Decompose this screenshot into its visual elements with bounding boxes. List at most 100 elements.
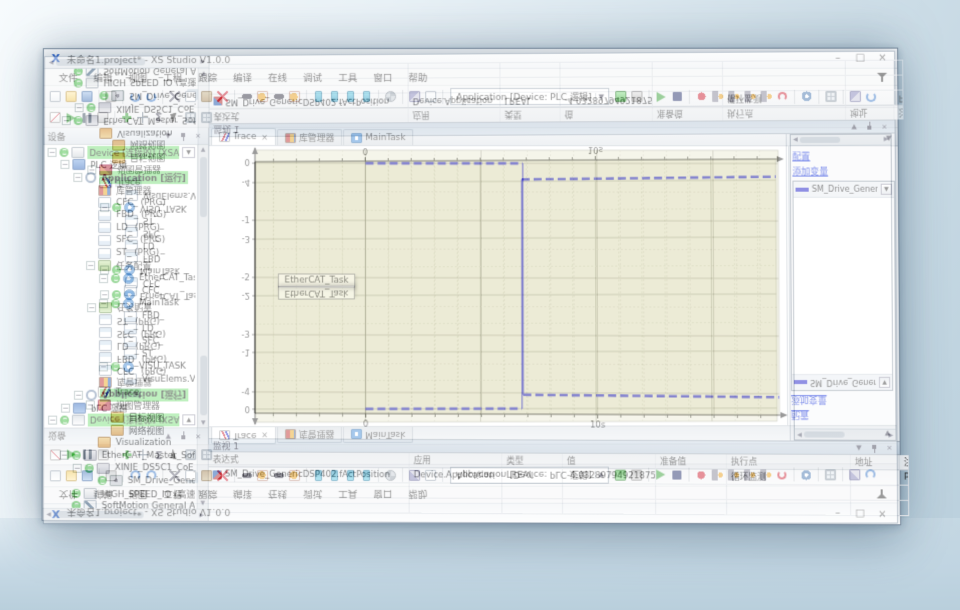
filter-icon[interactable] (875, 71, 889, 83)
force-values-icon[interactable] (799, 89, 814, 104)
tree-item[interactable]: −Application [运行] (44, 171, 198, 184)
expander-icon[interactable]: − (60, 451, 69, 460)
tree-item[interactable]: +ST_ (PRG) (43, 247, 197, 260)
cut-icon[interactable] (167, 89, 182, 104)
bookmark-clear-icon[interactable] (359, 89, 374, 104)
tree-item[interactable]: −视图管理器 (43, 398, 197, 411)
expander-icon[interactable]: − (48, 148, 57, 157)
tree-item[interactable]: −PLC 逻辑 (44, 159, 197, 172)
scroll-thumb[interactable] (199, 157, 206, 217)
pin-icon[interactable] (868, 442, 880, 453)
menu-item[interactable]: 窗口 (366, 69, 399, 85)
build-icon[interactable] (407, 89, 422, 104)
panel-close-icon[interactable]: × (883, 442, 895, 453)
tree-item[interactable]: +库管理器 (43, 184, 197, 197)
generate-code-icon[interactable] (423, 89, 438, 104)
tree-item[interactable]: +LD_ (PRG) (43, 221, 197, 234)
close-button[interactable]: × (874, 51, 891, 65)
watch-cell-empty[interactable] (900, 486, 909, 501)
watch-cell-prepared[interactable] (656, 469, 727, 485)
trace-config-icon[interactable] (48, 110, 63, 125)
watch-cell-empty[interactable] (851, 485, 900, 500)
expander-icon[interactable]: − (99, 274, 108, 283)
tree-item[interactable]: +FBD_ (PRG) (43, 209, 197, 222)
reset-warm-icon[interactable] (775, 89, 790, 104)
stop-icon[interactable] (670, 89, 685, 104)
tree-item[interactable]: +VisuElems.Visu_Prg (43, 373, 197, 386)
tree-item[interactable]: −VISU_TASK (43, 360, 197, 373)
trace-chart[interactable]: 010s0-1-2-3-4 EtherCAT_Task (209, 146, 790, 440)
watch-cell-empty[interactable] (410, 499, 503, 515)
watch-cell-empty[interactable] (727, 485, 851, 501)
maximize-button[interactable]: □ (852, 51, 869, 65)
undo-icon[interactable] (127, 89, 142, 104)
print-icon[interactable] (103, 89, 118, 104)
watch-cell-empty[interactable] (209, 498, 410, 514)
scroll-left-icon[interactable]: ◀ (795, 431, 804, 438)
panel-menu-icon[interactable]: ▼ (162, 131, 174, 142)
tree-item[interactable]: +目标视图 (43, 411, 197, 424)
scroll-up-icon[interactable]: ▲ (201, 145, 206, 155)
watch-column-header[interactable]: 注释 (900, 455, 909, 470)
run-to-cursor-icon[interactable] (758, 89, 773, 104)
menu-item[interactable]: 在线 (261, 69, 294, 85)
tree-item[interactable]: +SFC_ (43, 335, 197, 348)
expander-icon[interactable]: − (60, 160, 69, 169)
watch-cell-empty[interactable] (656, 485, 727, 501)
watch-cell-empty[interactable] (727, 500, 851, 516)
watch-column-header[interactable]: 准备值 (656, 454, 727, 470)
compress-view-icon[interactable] (183, 110, 198, 125)
expander-icon[interactable]: − (86, 400, 95, 409)
watch-column-header[interactable]: 应用 (410, 453, 503, 469)
tree-item[interactable]: +CFC_ (PRG) (43, 196, 197, 209)
tree-item[interactable]: +FBD_ (43, 310, 197, 323)
device-tree-vscrollbar[interactable]: ▲ ▼ (197, 145, 208, 509)
device-tree-hscrollbar[interactable]: ◀ ▶ (43, 508, 208, 521)
menu-item[interactable]: 编译 (226, 69, 259, 85)
watch-cell-value[interactable]: -4.03289794921875 (563, 469, 656, 485)
menu-item[interactable]: 编辑 (87, 69, 120, 85)
expander-icon[interactable]: − (86, 261, 95, 270)
watch-cell-application[interactable]: Device.Application (410, 468, 503, 484)
tree-item[interactable]: +Trace (43, 386, 197, 399)
menu-item[interactable]: 工具 (331, 69, 364, 85)
tree-item[interactable]: −Device [连接的] (XSA330-W)▼ (44, 146, 197, 159)
watch-column-header[interactable]: 执行点 (727, 454, 851, 470)
step-into-icon[interactable] (726, 89, 741, 104)
menu-item[interactable]: 视图 (121, 69, 154, 85)
watch-cell-expression[interactable]: SM_Drive_GenericDSP402.fActPosition (209, 467, 410, 483)
tree-item[interactable]: −XINJE_DS5C1_CoE_Drive_Rev4_0 (X (43, 461, 197, 474)
watch-column-header[interactable]: 类型 (502, 453, 563, 468)
menu-item[interactable]: 帮助 (401, 69, 434, 85)
watch-column-header[interactable]: 值 (563, 454, 656, 470)
menu-item[interactable]: 文件 (52, 69, 85, 85)
expander-icon[interactable]: − (99, 362, 108, 371)
watch-cell-empty[interactable] (656, 500, 727, 516)
stretch-view-icon[interactable] (199, 110, 214, 125)
watch-cell-empty[interactable] (900, 501, 909, 516)
scroll-right-icon[interactable]: ▶ (886, 431, 895, 438)
scroll-thumb[interactable] (804, 431, 845, 437)
panel-menu-icon[interactable]: ▼ (853, 442, 865, 453)
tree-item[interactable]: +网络视图 (43, 423, 197, 436)
new-file-icon[interactable] (48, 89, 63, 104)
bookmark-prev-icon[interactable] (343, 89, 358, 104)
config-link[interactable]: 配置 (792, 149, 894, 162)
scroll-thumb[interactable] (54, 511, 144, 518)
watch-cell-empty[interactable] (563, 484, 656, 500)
tree-item[interactable]: +LD_ (43, 322, 197, 335)
tab-MainTask[interactable]: MainTask (343, 129, 413, 145)
tab-overflow-icon[interactable]: ▼ (882, 134, 896, 145)
menu-item[interactable]: 工程 (156, 69, 189, 85)
watch-column-header[interactable]: 表达式 (209, 452, 410, 468)
watch-cell-empty[interactable] (209, 482, 410, 498)
refresh-icon[interactable] (864, 89, 879, 104)
statistics-icon[interactable]: Σ (151, 110, 166, 125)
start-icon[interactable] (653, 89, 668, 104)
watch-cell-empty[interactable] (851, 501, 900, 516)
watch-cell-comment[interactable]: Paramet... (900, 470, 909, 485)
trace-plot[interactable]: 010s0-1-2-3-4 (209, 146, 789, 441)
device-combo-icon[interactable]: ▼ (182, 147, 195, 158)
menu-item[interactable]: 跟踪 (191, 69, 224, 85)
watch-cell-empty[interactable] (502, 484, 563, 499)
